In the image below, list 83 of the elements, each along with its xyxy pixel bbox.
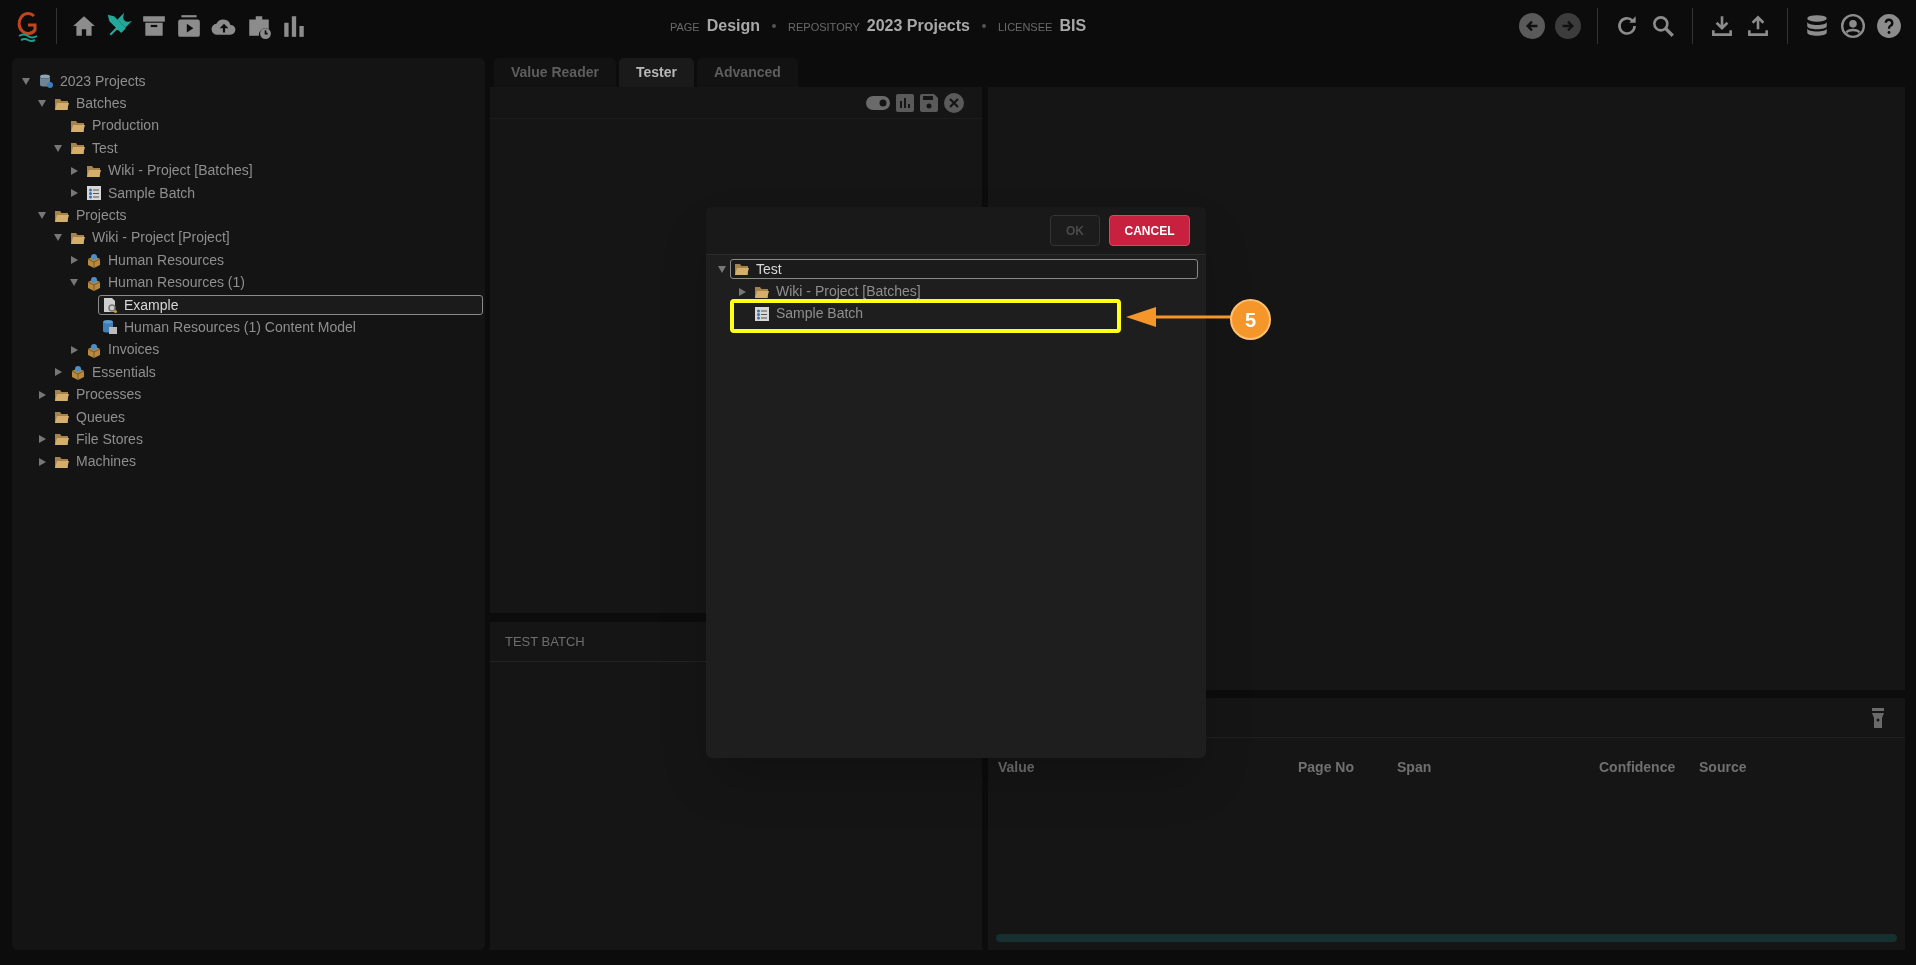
document-search-icon	[102, 297, 118, 314]
caret-down-icon[interactable]	[54, 144, 62, 152]
tree-item[interactable]: 2023 Projects	[34, 71, 151, 92]
caret-right-icon[interactable]	[70, 345, 78, 354]
checklist-icon	[754, 305, 770, 322]
caret-down-icon[interactable]	[38, 100, 46, 108]
tree-item[interactable]: Human Resources	[82, 250, 229, 271]
database-icon	[38, 73, 54, 90]
column-header[interactable]: Page No	[1298, 756, 1397, 778]
caret-down-icon[interactable]	[718, 265, 726, 273]
save-icon[interactable]	[920, 93, 938, 112]
search-icon[interactable]	[1650, 13, 1676, 39]
database-icon[interactable]	[1804, 13, 1830, 39]
archive-icon[interactable]	[141, 13, 167, 39]
page-label: PAGE	[669, 20, 700, 35]
folder-icon	[734, 261, 750, 278]
package-icon	[70, 364, 86, 381]
back-icon[interactable]	[1519, 13, 1545, 39]
folder-icon	[54, 431, 70, 448]
caret-down-icon[interactable]	[54, 234, 62, 242]
caret-down-icon[interactable]	[70, 279, 78, 287]
briefcase-clock-icon[interactable]	[246, 13, 272, 39]
tree-item[interactable]: File Stores	[50, 429, 148, 450]
tree-item[interactable]: Human Resources (1) Content Model	[98, 317, 361, 338]
tree-item[interactable]: Wiki - Project [Batches]	[750, 281, 926, 302]
toggle-icon[interactable]	[866, 95, 890, 110]
flashlight-icon[interactable]	[1871, 706, 1885, 729]
video-box-icon[interactable]	[176, 13, 202, 39]
caret-right-icon[interactable]	[38, 457, 46, 466]
package-icon	[86, 274, 102, 291]
caret-right-icon[interactable]	[54, 368, 62, 377]
caret-right-icon[interactable]	[738, 287, 746, 296]
chart-icon[interactable]	[896, 93, 914, 112]
column-header[interactable]: Confidence	[1599, 756, 1699, 778]
page-name: Design	[706, 16, 761, 36]
separator-dot-icon	[772, 24, 777, 28]
scrollbar[interactable]	[996, 934, 1897, 942]
download-icon[interactable]	[1709, 13, 1735, 39]
tree-item[interactable]: Essentials	[66, 362, 161, 383]
bar-chart-icon[interactable]	[281, 13, 307, 39]
close-icon[interactable]	[944, 92, 964, 113]
column-header[interactable]: Span	[1397, 756, 1599, 778]
separator-dot-icon	[981, 24, 986, 28]
caret-down-icon[interactable]	[22, 77, 30, 85]
caret-right-icon[interactable]	[38, 390, 46, 399]
folder-icon	[54, 409, 70, 426]
tree-item[interactable]: Test	[730, 259, 1198, 280]
tree-item[interactable]: Human Resources (1)	[82, 272, 250, 293]
checklist-icon	[86, 185, 102, 202]
cancel-button[interactable]: CANCEL	[1109, 215, 1190, 246]
user-icon[interactable]	[1840, 13, 1866, 39]
tree-item[interactable]: Processes	[50, 384, 147, 405]
tree-item[interactable]: Projects	[50, 205, 132, 226]
tree-item[interactable]: Sample Batch	[750, 303, 869, 324]
tab[interactable]: Tester	[618, 58, 694, 87]
help-icon[interactable]	[1876, 13, 1902, 39]
panel-title: TEST BATCH	[505, 632, 585, 651]
tree-item[interactable]: Invoices	[82, 339, 165, 360]
tree-item[interactable]: Batches	[50, 93, 132, 114]
column-header[interactable]: Value	[998, 756, 1298, 778]
tree-item[interactable]: Production	[66, 115, 164, 136]
tree-item[interactable]: Wiki - Project [Batches]	[82, 160, 258, 181]
caret-right-icon[interactable]	[70, 256, 78, 265]
tree-item[interactable]: Queues	[50, 407, 131, 428]
folder-icon	[70, 140, 86, 157]
caret-right-icon[interactable]	[38, 435, 46, 444]
upload-icon[interactable]	[1745, 13, 1771, 39]
repository-label: REPOSITORY	[788, 20, 860, 35]
tree-item[interactable]: Test	[66, 138, 123, 159]
content-model-icon	[102, 319, 118, 336]
tree-item[interactable]: Machines	[50, 451, 141, 472]
column-header[interactable]: Source	[1699, 756, 1799, 778]
caret-right-icon[interactable]	[70, 166, 78, 175]
caret-down-icon[interactable]	[38, 212, 46, 220]
licensee-name: BIS	[1059, 16, 1087, 36]
package-icon	[86, 252, 102, 269]
tree-item[interactable]: Wiki - Project [Project]	[66, 227, 235, 248]
repository-name: 2023 Projects	[866, 16, 970, 36]
tree-item[interactable]: Example	[98, 295, 483, 316]
tree-item[interactable]: Sample Batch	[82, 183, 201, 204]
package-icon	[86, 341, 102, 358]
licensee-label: LICENSEE	[997, 20, 1053, 35]
caret-right-icon[interactable]	[70, 189, 78, 198]
